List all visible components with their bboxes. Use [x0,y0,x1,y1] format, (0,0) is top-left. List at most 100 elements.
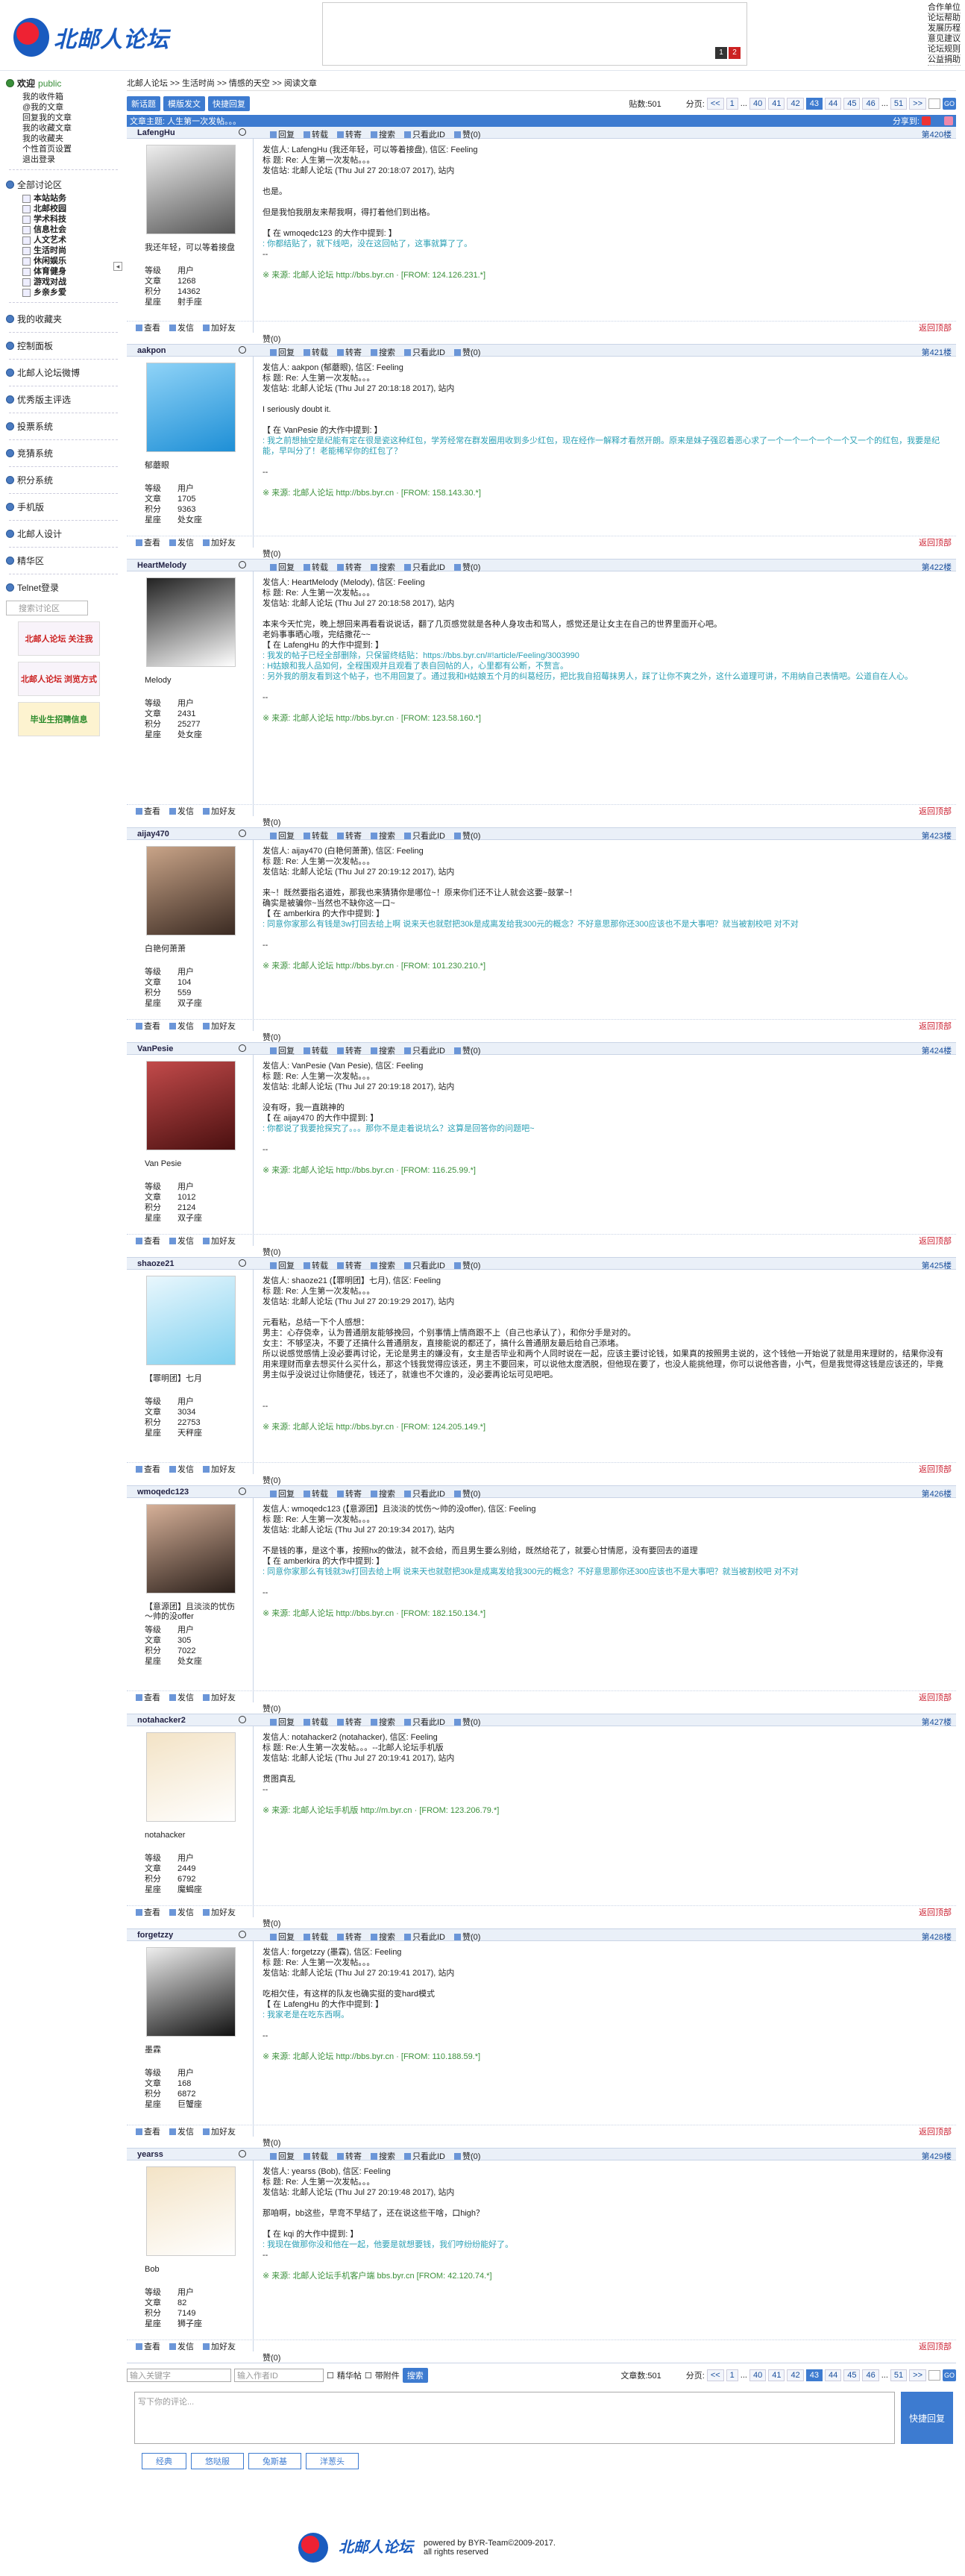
board-search-input[interactable]: 搜索讨论区 [6,601,88,615]
back-to-top-link[interactable]: 返回顶部 [919,2125,952,2137]
post-cross-button[interactable]: 转寄 [337,1488,362,1499]
post-only-button[interactable]: 只看此ID [404,1044,445,1056]
top-link[interactable]: 论坛规则 [928,45,961,55]
back-to-top-link[interactable]: 返回顶部 [919,1691,952,1703]
post-only-button[interactable]: 只看此ID [404,2150,445,2162]
post-floor[interactable]: 第421楼 [922,346,952,358]
sidebar-user-item[interactable]: 退出登录 [22,154,121,165]
avatar[interactable] [146,1061,236,1150]
author-addfriend-button[interactable]: 加好友 [203,1463,236,1475]
post-cross-button[interactable]: 转寄 [337,561,362,573]
post-forward-button[interactable]: 转载 [304,346,328,358]
page-link[interactable]: 44 [824,2369,842,2381]
post-cross-button[interactable]: 转寄 [337,830,362,842]
post-cross-button[interactable]: 转寄 [337,1259,362,1271]
sidebar-link[interactable]: 北邮人设计 [17,527,62,540]
back-to-top-link[interactable]: 返回顶部 [919,805,952,817]
page-link[interactable]: >> [909,2369,926,2381]
elite-checkbox[interactable]: ☐ [327,2371,334,2381]
post-author[interactable]: HeartMelody [137,561,186,570]
post-floor[interactable]: 第422楼 [922,561,952,573]
avatar[interactable] [146,145,236,234]
post-like-button[interactable]: 赞(0) [454,128,480,140]
author-mail-button[interactable]: 发信 [169,1463,194,1475]
author-view-button[interactable]: 查看 [136,536,160,548]
post-like-button[interactable]: 赞(0) [454,2150,480,2162]
like-count[interactable]: 赞(0) [263,1474,280,1486]
post-search-button[interactable]: 搜索 [371,830,395,842]
sidebar-user-item[interactable]: 我的收藏夹 [22,134,121,144]
post-cross-button[interactable]: 转寄 [337,1931,362,1943]
post-only-button[interactable]: 只看此ID [404,561,445,573]
page-link[interactable]: 46 [862,2369,879,2381]
avatar[interactable] [146,2166,236,2256]
top-link[interactable]: 意见建议 [928,34,961,45]
post-author[interactable]: forgetzzy [137,1931,173,1940]
post-author[interactable]: wmoqedc123 [137,1488,189,1497]
post-author[interactable]: LafengHu [137,128,175,137]
author-input[interactable]: 输入作者ID [234,2369,324,2382]
author-view-button[interactable]: 查看 [136,1235,160,1247]
sidebar-section[interactable]: 生活时尚 [22,245,121,256]
sidebar-section[interactable]: 本站站务 [22,193,121,204]
emoji-tab[interactable]: 兔斯基 [248,2453,301,2469]
page-link[interactable]: << [706,2369,724,2381]
author-view-button[interactable]: 查看 [136,322,160,333]
post-only-button[interactable]: 只看此ID [404,346,445,358]
post-forward-button[interactable]: 转载 [304,1259,328,1271]
author-addfriend-button[interactable]: 加好友 [203,322,236,333]
post-reply-button[interactable]: 回复 [270,1259,295,1271]
author-addfriend-button[interactable]: 加好友 [203,1020,236,1032]
page-go-button[interactable]: GO [943,2369,956,2381]
post-floor[interactable]: 第420楼 [922,128,952,140]
sidebar-link[interactable]: 控制面板 [17,339,53,352]
qzone-share-icon[interactable] [933,116,942,125]
post-forward-button[interactable]: 转载 [304,830,328,842]
sidebar-link[interactable]: 我的收藏夹 [17,313,62,325]
post-like-button[interactable]: 赞(0) [454,346,480,358]
author-view-button[interactable]: 查看 [136,2340,160,2352]
post-reply-button[interactable]: 回复 [270,1044,295,1056]
post-forward-button[interactable]: 转载 [304,128,328,140]
author-mail-button[interactable]: 发信 [169,2125,194,2137]
quick-reply-button[interactable]: 快捷回复 [208,96,250,111]
sidebar-link[interactable]: 竞猜系统 [17,447,53,460]
sidebar-section[interactable]: 人文艺术 [22,235,121,245]
post-only-button[interactable]: 只看此ID [404,1488,445,1499]
post-floor[interactable]: 第425楼 [922,1259,952,1271]
post-reply-button[interactable]: 回复 [270,561,295,573]
page-jump-input[interactable] [928,98,940,109]
author-addfriend-button[interactable]: 加好友 [203,2125,236,2137]
post-floor[interactable]: 第424楼 [922,1044,952,1056]
post-reply-button[interactable]: 回复 [270,2150,295,2162]
post-author[interactable]: yearss [137,2150,163,2159]
site-logo[interactable]: 北邮人论坛 [13,16,169,58]
banner-page-2[interactable]: 2 [729,47,741,59]
template-post-button[interactable]: 模版发文 [163,96,205,111]
post-search-button[interactable]: 搜索 [371,1044,395,1056]
post-floor[interactable]: 第429楼 [922,2150,952,2162]
back-to-top-link[interactable]: 返回顶部 [919,1906,952,1918]
sidebar-link[interactable]: 精华区 [17,554,44,567]
reply-textarea[interactable]: 写下你的评论... [134,2392,895,2444]
post-only-button[interactable]: 只看此ID [404,1716,445,1728]
author-view-button[interactable]: 查看 [136,1463,160,1475]
post-search-button[interactable]: 搜索 [371,1259,395,1271]
page-link[interactable]: 51 [890,2369,908,2381]
avatar[interactable] [146,577,236,667]
author-addfriend-button[interactable]: 加好友 [203,1906,236,1918]
avatar[interactable] [146,1276,236,1365]
page-link[interactable]: 45 [843,98,861,110]
like-count[interactable]: 赞(0) [263,2137,280,2149]
post-like-button[interactable]: 赞(0) [454,561,480,573]
sidebar-link[interactable]: 优秀版主评选 [17,393,71,406]
keyword-input[interactable]: 输入关键字 [127,2369,231,2382]
new-topic-button[interactable]: 新话题 [127,96,160,111]
page-current[interactable]: 43 [805,2369,823,2381]
post-cross-button[interactable]: 转寄 [337,128,362,140]
like-count[interactable]: 赞(0) [263,548,280,560]
sidebar-user-item[interactable]: 我的收藏文章 [22,123,121,134]
page-link[interactable]: 40 [749,98,767,110]
page-jump-input[interactable] [928,2370,940,2381]
back-to-top-link[interactable]: 返回顶部 [919,322,952,333]
